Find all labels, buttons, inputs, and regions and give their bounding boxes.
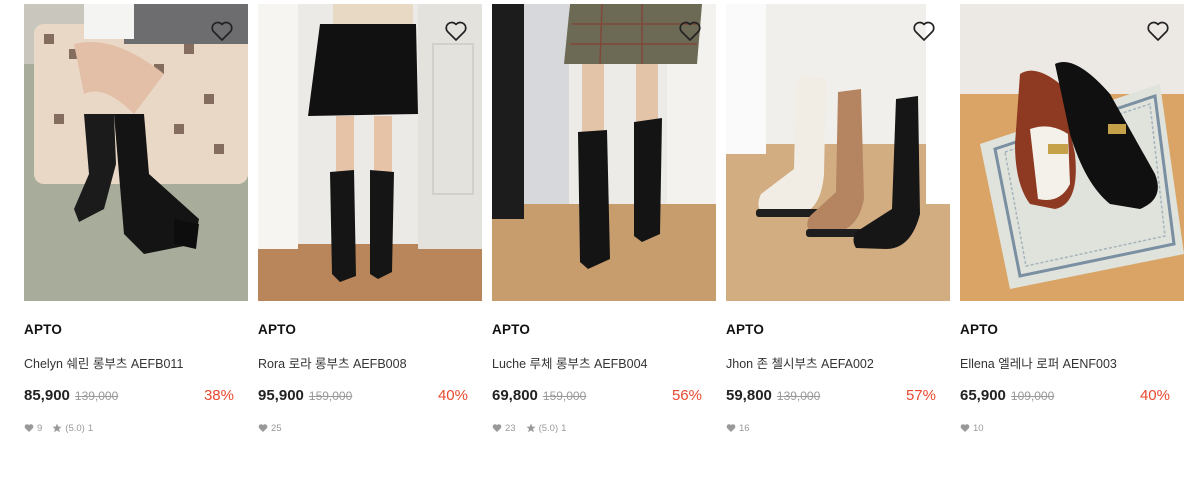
product-grid: APTO Chelyn 쉐린 롱부츠 AEFB011 85,900 139,00… bbox=[0, 0, 1190, 480]
product-meta: 25 bbox=[258, 421, 482, 435]
product-meta: 23 (5.0) 1 bbox=[492, 421, 716, 435]
price-row: 65,900 109,000 40% bbox=[960, 387, 1184, 407]
product-meta: 9 (5.0) 1 bbox=[24, 421, 248, 435]
product-card[interactable]: APTO Luche 루체 롱부츠 AEFB004 69,800 159,000… bbox=[492, 4, 716, 435]
product-card[interactable]: APTO Chelyn 쉐린 롱부츠 AEFB011 85,900 139,00… bbox=[24, 4, 248, 435]
like-count: 10 bbox=[973, 422, 984, 434]
price-row: 95,900 159,000 40% bbox=[258, 387, 482, 407]
product-image[interactable] bbox=[492, 4, 716, 301]
product-brand[interactable]: APTO bbox=[492, 322, 716, 338]
rating-score: (5.0) bbox=[65, 422, 85, 434]
product-photo bbox=[960, 4, 1184, 301]
product-name[interactable]: Chelyn 쉐린 롱부츠 AEFB011 bbox=[24, 353, 248, 371]
product-image[interactable] bbox=[960, 4, 1184, 301]
product-brand[interactable]: APTO bbox=[258, 322, 482, 338]
product-name[interactable]: Jhon 존 첼시부츠 AEFA002 bbox=[726, 353, 950, 371]
discount-rate: 38% bbox=[203, 387, 234, 404]
wishlist-heart-icon[interactable] bbox=[210, 20, 234, 42]
wishlist-heart-icon[interactable] bbox=[912, 20, 936, 42]
discount-rate: 40% bbox=[437, 387, 468, 404]
product-photo bbox=[726, 4, 950, 301]
original-price: 159,000 bbox=[308, 389, 353, 403]
product-photo bbox=[24, 4, 248, 301]
discount-rate: 40% bbox=[1139, 387, 1170, 404]
price-row: 85,900 139,000 38% bbox=[24, 387, 248, 407]
product-image[interactable] bbox=[258, 4, 482, 301]
heart-icon bbox=[960, 423, 970, 433]
like-count: 25 bbox=[271, 422, 282, 434]
wishlist-heart-icon[interactable] bbox=[678, 20, 702, 42]
product-name[interactable]: Luche 루체 롱부츠 AEFB004 bbox=[492, 353, 716, 371]
original-price: 139,000 bbox=[776, 389, 821, 403]
discount-rate: 56% bbox=[671, 387, 702, 404]
like-count: 23 bbox=[505, 422, 516, 434]
discount-rate: 57% bbox=[905, 387, 936, 404]
product-image[interactable] bbox=[726, 4, 950, 301]
product-meta: 10 bbox=[960, 421, 1184, 435]
product-meta: 16 bbox=[726, 421, 950, 435]
product-brand[interactable]: APTO bbox=[24, 322, 248, 338]
heart-icon bbox=[726, 423, 736, 433]
heart-icon bbox=[258, 423, 268, 433]
sale-price: 95,900 bbox=[258, 387, 304, 404]
original-price: 159,000 bbox=[542, 389, 587, 403]
review-count: 1 bbox=[87, 422, 94, 434]
original-price: 139,000 bbox=[74, 389, 119, 403]
sale-price: 85,900 bbox=[24, 387, 70, 404]
wishlist-heart-icon[interactable] bbox=[1146, 20, 1170, 42]
star-icon bbox=[525, 423, 536, 433]
heart-icon bbox=[492, 423, 502, 433]
product-brand[interactable]: APTO bbox=[726, 322, 950, 338]
product-photo bbox=[258, 4, 482, 301]
sale-price: 69,800 bbox=[492, 387, 538, 404]
product-card[interactable]: APTO Ellena 엘레나 로퍼 AENF003 65,900 109,00… bbox=[960, 4, 1184, 435]
sale-price: 59,800 bbox=[726, 387, 772, 404]
review-count: 1 bbox=[561, 422, 567, 434]
price-row: 69,800 159,000 56% bbox=[492, 387, 716, 407]
rating-score: (5.0) bbox=[538, 422, 559, 434]
sale-price: 65,900 bbox=[960, 387, 1006, 404]
heart-icon bbox=[24, 423, 34, 433]
like-count: 9 bbox=[37, 422, 43, 434]
like-count: 16 bbox=[739, 422, 750, 434]
star-icon bbox=[52, 423, 62, 433]
product-name[interactable]: Ellena 엘레나 로퍼 AENF003 bbox=[960, 353, 1184, 371]
product-card[interactable]: APTO Rora 로라 롱부츠 AEFB008 95,900 159,000 … bbox=[258, 4, 482, 435]
product-brand[interactable]: APTO bbox=[960, 322, 1184, 338]
product-photo bbox=[492, 4, 716, 301]
wishlist-heart-icon[interactable] bbox=[444, 20, 468, 42]
product-image[interactable] bbox=[24, 4, 248, 301]
price-row: 59,800 139,000 57% bbox=[726, 387, 950, 407]
product-name[interactable]: Rora 로라 롱부츠 AEFB008 bbox=[258, 353, 482, 371]
product-card[interactable]: APTO Jhon 존 첼시부츠 AEFA002 59,800 139,000 … bbox=[726, 4, 950, 435]
original-price: 109,000 bbox=[1010, 389, 1055, 403]
